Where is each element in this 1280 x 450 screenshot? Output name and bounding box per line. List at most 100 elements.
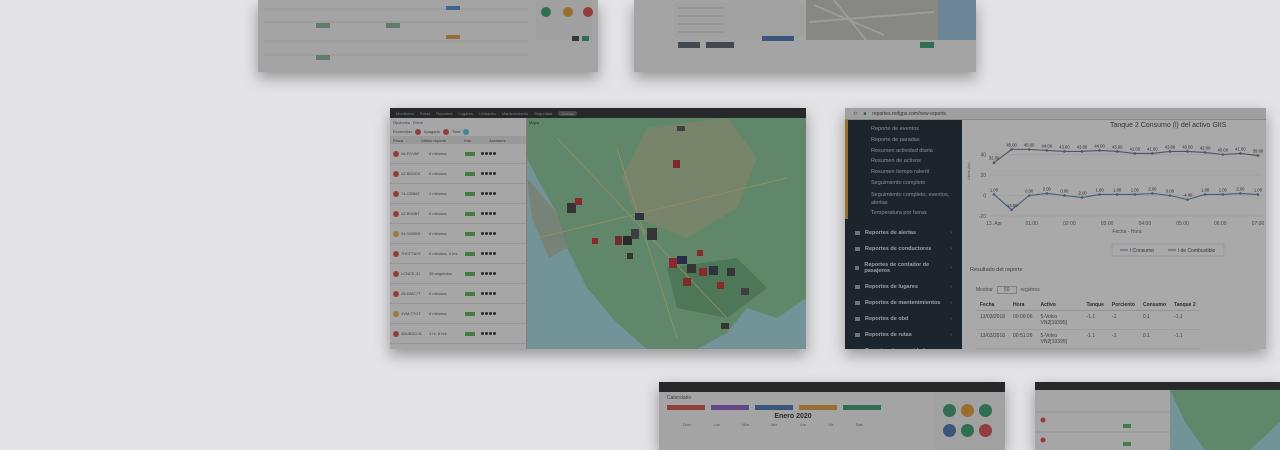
data-point bbox=[1203, 151, 1207, 154]
plate-cell: 4BUBDC-N bbox=[393, 330, 423, 337]
function-icon[interactable] bbox=[943, 404, 956, 417]
table-row[interactable]: 04-VM0BS 6 minutos bbox=[390, 224, 526, 244]
last-report-text: 35 segundos bbox=[429, 271, 452, 276]
weekday-label: Mar bbox=[742, 422, 750, 427]
nav-item[interactable]: Mantenimiento bbox=[502, 111, 528, 116]
function-icon[interactable] bbox=[943, 423, 956, 437]
report-categories: Reportes de alertas › Reportes de conducto… bbox=[845, 225, 962, 349]
row-actions[interactable] bbox=[481, 232, 496, 235]
lock-icon: ■ bbox=[863, 110, 867, 117]
function-icon[interactable] bbox=[979, 404, 992, 417]
function-icon[interactable] bbox=[961, 423, 974, 437]
column-header[interactable]: Acciones bbox=[489, 138, 505, 143]
table-row[interactable]: 42-BD9C8 6 minutos bbox=[390, 164, 526, 184]
month-title: Enero 2020 bbox=[774, 413, 812, 420]
column-header[interactable]: Activo bbox=[1036, 300, 1083, 311]
table-row[interactable]: 7HCF7A0T 6 minutos, 8 hrs bbox=[390, 244, 526, 264]
sidebar-category[interactable]: Reportes de lugares › bbox=[845, 279, 962, 295]
row-actions[interactable] bbox=[481, 292, 496, 295]
table-row[interactable]: 13/03/2018 00:51:26 5-Volvo VN2[19395] -1.1… bbox=[976, 329, 1200, 349]
legend-label: l de Combustible bbox=[1178, 248, 1215, 254]
plate-text: 7HCF7A0T bbox=[401, 251, 422, 256]
table-row[interactable]: 42-BH8BT 6 minutos bbox=[390, 204, 526, 224]
chevron-right-icon: › bbox=[950, 331, 952, 338]
data-label: 0.00 bbox=[1166, 189, 1175, 194]
function-icon[interactable] bbox=[961, 404, 974, 417]
sidebar-subitem[interactable]: Resumen de activos bbox=[848, 156, 962, 167]
sidebar-category[interactable]: Reportes de alertas › bbox=[845, 225, 962, 241]
column-header[interactable]: Porciento bbox=[1107, 300, 1139, 311]
chevron-right-icon: › bbox=[950, 229, 952, 236]
data-point bbox=[1010, 148, 1013, 151]
sidebar-category[interactable]: Reportes de seguridad › bbox=[845, 343, 962, 349]
nav-item[interactable]: Reportes bbox=[436, 111, 452, 116]
column-header[interactable]: Fecha bbox=[976, 300, 1010, 311]
filter-purple-button[interactable] bbox=[711, 405, 749, 410]
y-tick-label: 20 bbox=[980, 173, 986, 179]
fleet-map[interactable]: Mapa bbox=[527, 118, 806, 349]
signal-icon bbox=[465, 331, 475, 336]
data-label: 1.00 bbox=[1131, 187, 1140, 192]
column-header[interactable]: Tanque 2 bbox=[1170, 300, 1200, 311]
row-actions[interactable] bbox=[481, 312, 496, 315]
sidebar-subitem[interactable]: Temperatura por horas bbox=[848, 208, 962, 219]
table-row[interactable]: 74-CDB8T 2 minutos bbox=[390, 184, 526, 204]
sidebar-subitem[interactable]: Seguimiento completo bbox=[848, 178, 962, 189]
url-text[interactable]: reportes.redgps.com/new-reports bbox=[872, 111, 946, 117]
sidebar-subitem[interactable]: Seguimiento completo, eventos, alertas bbox=[848, 189, 962, 208]
function-icon[interactable] bbox=[979, 423, 992, 437]
filter-red-button[interactable] bbox=[667, 405, 705, 410]
back-icon[interactable]: ⟲ bbox=[853, 111, 857, 117]
sidebar-category[interactable]: Reportes de conductores › bbox=[845, 241, 962, 257]
column-header[interactable]: Placa bbox=[393, 138, 403, 143]
data-label: 2.00 bbox=[1148, 186, 1157, 191]
filter-button[interactable]: Filtrar bbox=[413, 120, 423, 125]
table-row[interactable]: 4BUBDC-N 1 hr, 8 hrs bbox=[390, 324, 526, 344]
sidebar-category[interactable]: Reportes de contador de pasajeros › bbox=[845, 257, 962, 279]
sidebar-subitem[interactable]: Reporte de paradas bbox=[848, 135, 962, 146]
table-row[interactable]: LCNCE-31 35 segundos bbox=[390, 264, 526, 284]
sidebar-category[interactable]: Reportes de rutas › bbox=[845, 327, 962, 343]
nav-item[interactable]: Seguridad bbox=[534, 111, 552, 116]
form-map-preview bbox=[634, 0, 976, 72]
nav-item[interactable]: Rutas bbox=[420, 111, 430, 116]
row-actions[interactable] bbox=[481, 272, 496, 275]
sidebar-category[interactable]: Reportes de mantenimientos › bbox=[845, 295, 962, 311]
nav-item[interactable]: Monitoreo bbox=[396, 111, 414, 116]
page-size-select[interactable]: 50 bbox=[996, 286, 1017, 294]
sidebar-subitem[interactable]: Reporte de eventos bbox=[848, 124, 962, 135]
column-header[interactable]: Tanque bbox=[1082, 300, 1108, 311]
weekday-label: Dom bbox=[683, 422, 692, 427]
sidebar-category-label: Reportes de alertas bbox=[865, 229, 917, 236]
column-header[interactable]: Hora bbox=[1009, 300, 1037, 311]
row-actions[interactable] bbox=[481, 252, 496, 255]
nav-item-active[interactable]: Alertas bbox=[558, 110, 577, 116]
row-actions[interactable] bbox=[481, 192, 496, 195]
row-actions[interactable] bbox=[481, 172, 496, 175]
options-button[interactable]: Opciones bbox=[393, 120, 410, 125]
filter-orange-button[interactable] bbox=[799, 405, 837, 410]
data-point bbox=[1045, 192, 1049, 195]
plate-cell: 04-VM0BS bbox=[393, 230, 423, 237]
sidebar-category[interactable]: Reportes de obd › bbox=[845, 311, 962, 327]
table-row[interactable]: 4VM-T7GT 6 minutos bbox=[390, 304, 526, 324]
sidebar-subitem[interactable]: Resumen tiempo ralentí bbox=[848, 167, 962, 178]
table-row[interactable]: 06-FCV0F 6 minutos bbox=[390, 144, 526, 164]
nav-item[interactable]: Lugares bbox=[458, 111, 472, 116]
row-actions[interactable] bbox=[481, 152, 496, 155]
sidebar-subitem[interactable]: Resumen actividad diaria bbox=[848, 146, 962, 157]
table-row[interactable]: 45-DMC77 6 minutos bbox=[390, 284, 526, 304]
column-header[interactable]: Edo bbox=[464, 138, 471, 143]
filter-blue-button[interactable] bbox=[755, 405, 793, 410]
row-actions[interactable] bbox=[481, 332, 496, 335]
chevron-right-icon: › bbox=[950, 299, 952, 306]
table-row[interactable]: 13/03/2018 00:00:06 5-Volvo VN2[19395] -1.1… bbox=[976, 310, 1200, 330]
data-label: 45.00 bbox=[1024, 142, 1035, 147]
column-header[interactable]: Consumo bbox=[1138, 300, 1171, 311]
nav-item[interactable]: Unidades bbox=[479, 111, 496, 116]
signal-icon bbox=[465, 311, 475, 316]
column-header[interactable]: Último reporte bbox=[421, 138, 446, 143]
row-actions[interactable] bbox=[481, 212, 496, 215]
signal-icon bbox=[465, 251, 475, 256]
filter-green-button[interactable] bbox=[843, 405, 881, 410]
